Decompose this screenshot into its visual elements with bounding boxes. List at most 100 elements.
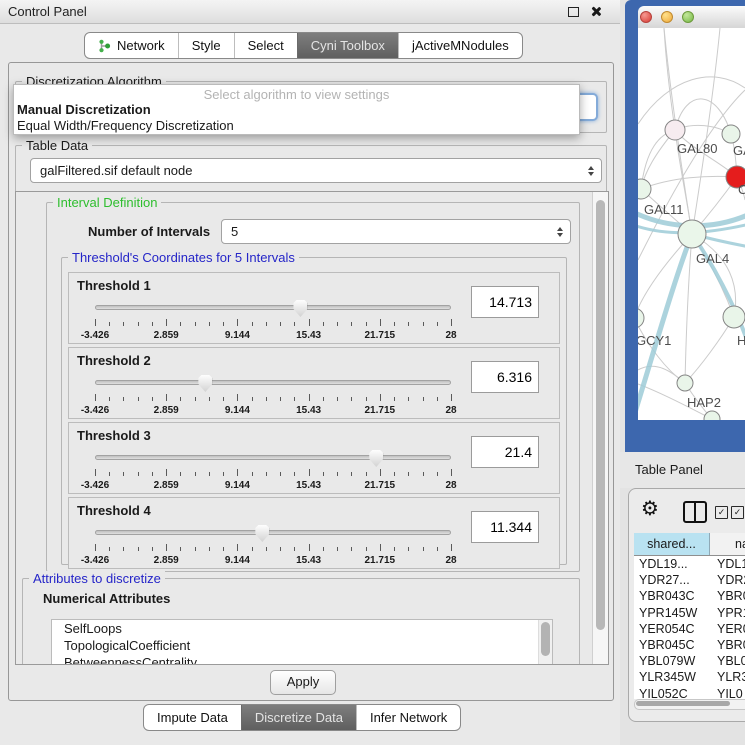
tab-cyni-toolbox[interactable]: Cyni Toolbox [297, 33, 398, 58]
algorithm-option[interactable]: Manual Discretization [17, 102, 151, 117]
bottom-tab-label: Discretize Data [255, 710, 343, 725]
settings-gear-icon[interactable]: ⚙ [641, 496, 659, 520]
node-gal80[interactable] [665, 120, 685, 140]
combo-stepper-icon [557, 227, 563, 237]
table-row[interactable]: YBL079WYBL0 [634, 653, 745, 669]
tick-label: 9.144 [225, 555, 250, 566]
slider-handle[interactable] [293, 300, 307, 317]
tick-label: 2.859 [154, 405, 179, 416]
node-gal4[interactable] [678, 220, 706, 248]
column-view-icon[interactable] [683, 501, 707, 523]
cell-name[interactable]: YER0 [710, 621, 745, 637]
list-scrollbar[interactable] [538, 620, 552, 665]
cell-name[interactable]: YBR0 [710, 588, 745, 604]
algorithm-option[interactable]: Equal Width/Frequency Discretization [17, 118, 234, 133]
cell-name[interactable]: YPR1 [710, 605, 745, 621]
slider-tick-labels: -3.4262.8599.14415.4321.71528 [95, 405, 451, 417]
number-of-intervals-combobox[interactable]: 5 [221, 219, 571, 244]
cell-name[interactable]: YIL0 [710, 686, 743, 700]
close-traffic-light-icon[interactable] [640, 11, 652, 23]
threshold-value-input[interactable] [471, 286, 539, 318]
table-panel-titlebar: Table Panel [620, 452, 745, 488]
numerical-attributes-label: Numerical Attributes [43, 591, 170, 606]
tick-label: 21.715 [365, 555, 396, 566]
table-header-shared-name[interactable]: shared... [634, 533, 710, 555]
zoom-traffic-light-icon[interactable] [682, 11, 694, 23]
table-data-combobox[interactable]: galFiltered.sif default node [30, 158, 602, 183]
cell-shared-name[interactable]: YBR043C [634, 588, 710, 604]
slider-tick-labels: -3.4262.8599.14415.4321.71528 [95, 330, 451, 342]
table-row[interactable]: YLR345WYLR3 [634, 669, 745, 685]
table-row[interactable]: YBR045CYBR0 [634, 637, 745, 653]
node-hap2[interactable] [677, 375, 693, 391]
slider-handle[interactable] [255, 525, 269, 542]
node-gcy1[interactable] [638, 308, 644, 328]
tab-network[interactable]: Network [85, 33, 178, 58]
threshold-value-input[interactable] [471, 361, 539, 393]
slider-track[interactable] [95, 455, 451, 460]
cell-name[interactable]: YDL1 [710, 556, 745, 572]
panel-scrollbar[interactable] [592, 192, 608, 664]
minimize-traffic-light-icon[interactable] [661, 11, 673, 23]
node-unlabeled-top[interactable] [722, 125, 740, 143]
table-row[interactable]: YBR043CYBR0 [634, 588, 745, 604]
table-header-name[interactable]: na [710, 533, 745, 555]
tab-jactivemnodules[interactable]: jActiveMNodules [398, 33, 522, 58]
cell-name[interactable]: YDR2 [710, 572, 745, 588]
network-canvas[interactable]: GAL80GACGAL11GAL4GCY1HHAP2 [638, 28, 745, 420]
table-row[interactable]: YIL052CYIL0 [634, 686, 745, 700]
table-row[interactable]: YPR145WYPR1 [634, 605, 745, 621]
panel-scrollbar-thumb[interactable] [596, 200, 605, 630]
network-edge [692, 28, 720, 234]
tick-label: 15.43 [296, 480, 321, 491]
tab-select[interactable]: Select [234, 33, 297, 58]
node-h[interactable] [723, 306, 745, 328]
cell-shared-name[interactable]: YIL052C [634, 686, 710, 700]
attribute-item[interactable]: BetweennessCentrality [52, 654, 552, 665]
cell-shared-name[interactable]: YBR045C [634, 637, 710, 653]
checkbox-checked-icon[interactable]: ✓ [715, 506, 728, 519]
bottom-tab-impute-data[interactable]: Impute Data [144, 705, 241, 730]
attribute-item[interactable]: TopologicalCoefficient [52, 637, 552, 654]
list-scrollbar-thumb[interactable] [541, 622, 550, 656]
table-row[interactable]: YDR27...YDR2 [634, 572, 745, 588]
table-row[interactable]: YDL19...YDL1 [634, 556, 745, 572]
attribute-item[interactable]: SelfLoops [52, 620, 552, 637]
cell-name[interactable]: YBR0 [710, 637, 745, 653]
slider-handle[interactable] [198, 375, 212, 392]
apply-button[interactable]: Apply [270, 670, 336, 695]
table-row[interactable]: YER054CYER0 [634, 621, 745, 637]
close-icon[interactable] [590, 6, 601, 17]
algorithm-popup-hint: Select algorithm to view settings [14, 87, 579, 102]
node-label: HAP2 [687, 395, 721, 410]
table-body: YDL19...YDL1YDR27...YDR2YBR043CYBR0YPR14… [634, 556, 745, 699]
threshold-label: Threshold 4 [77, 503, 151, 518]
cell-shared-name[interactable]: YDR27... [634, 572, 710, 588]
cell-name[interactable]: YLR3 [710, 669, 745, 685]
threshold-value-input[interactable] [471, 511, 539, 543]
cell-shared-name[interactable]: YLR345W [634, 669, 710, 685]
cell-name[interactable]: YBL0 [710, 653, 745, 669]
slider-handle[interactable] [369, 450, 383, 467]
tab-label: jActiveMNodules [412, 38, 509, 53]
table-hscrollbar-thumb[interactable] [636, 701, 730, 706]
cell-shared-name[interactable]: YPR145W [634, 605, 710, 621]
cell-shared-name[interactable]: YBL079W [634, 653, 710, 669]
bottom-tab-infer-network[interactable]: Infer Network [356, 705, 460, 730]
bottom-tab-discretize-data[interactable]: Discretize Data [241, 705, 356, 730]
threshold-slider: -3.4262.8599.14415.4321.71528 [95, 374, 451, 418]
float-window-icon[interactable] [568, 7, 579, 17]
tick-label: 2.859 [154, 480, 179, 491]
control-panel-titlebar: Control Panel [0, 0, 620, 24]
slider-track[interactable] [95, 530, 451, 535]
tab-style[interactable]: Style [178, 33, 234, 58]
table-hscrollbar[interactable] [634, 699, 745, 710]
cell-shared-name[interactable]: YER054C [634, 621, 710, 637]
slider-track[interactable] [95, 305, 451, 310]
bottom-tab-bar: Impute Data Discretize Data Infer Network [143, 704, 461, 731]
number-of-intervals-label: Number of Intervals [88, 224, 210, 239]
threshold-value-input[interactable] [471, 436, 539, 468]
slider-track[interactable] [95, 380, 451, 385]
cell-shared-name[interactable]: YDL19... [634, 556, 710, 572]
checkbox-checked-icon[interactable]: ✓ [731, 506, 744, 519]
